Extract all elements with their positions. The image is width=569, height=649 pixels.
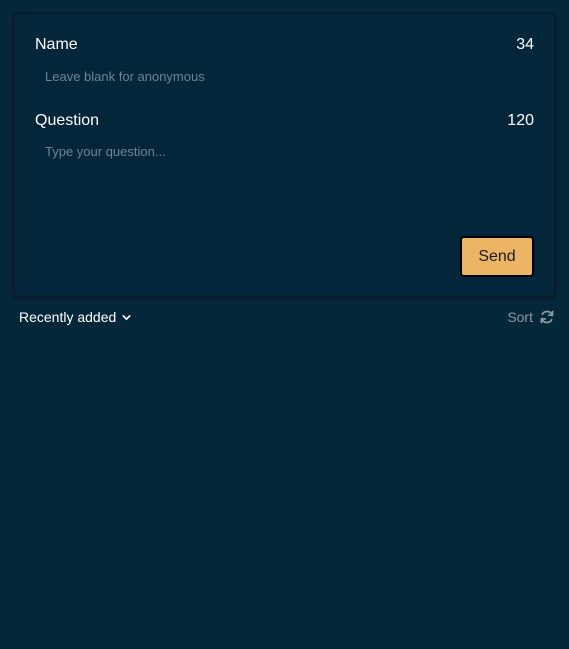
question-form-card: Name 34 Question 120 Send xyxy=(14,13,555,297)
question-input[interactable] xyxy=(35,141,534,221)
name-char-counter: 34 xyxy=(516,36,534,53)
name-label: Name xyxy=(35,36,78,53)
question-char-counter: 120 xyxy=(507,112,534,129)
question-label: Question xyxy=(35,112,100,129)
question-field-header: Question 120 xyxy=(35,111,534,131)
send-button[interactable]: Send xyxy=(460,236,534,277)
chevron-down-icon xyxy=(122,314,131,320)
order-dropdown-label: Recently added xyxy=(19,309,117,325)
order-dropdown[interactable]: Recently added xyxy=(19,309,132,325)
sort-bar: Recently added Sort xyxy=(19,308,555,326)
page: Name 34 Question 120 Send Recently added… xyxy=(0,0,569,649)
sort-button[interactable]: Sort xyxy=(507,309,555,325)
sort-label: Sort xyxy=(507,309,533,325)
refresh-icon xyxy=(540,310,554,324)
name-input[interactable] xyxy=(35,64,534,88)
name-field-header: Name 34 xyxy=(35,35,534,55)
